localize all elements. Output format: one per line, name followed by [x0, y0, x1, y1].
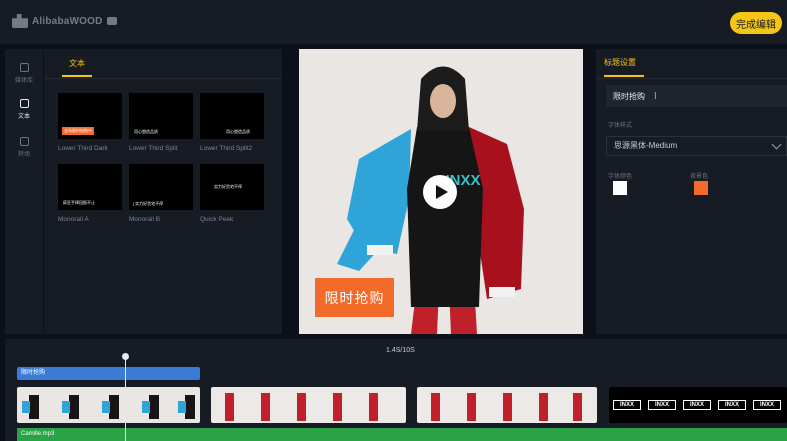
- play-button[interactable]: [423, 175, 457, 209]
- template-label: Monorail B: [129, 216, 161, 223]
- template-label: Quick Peek: [200, 216, 234, 223]
- divider: [596, 78, 787, 79]
- template-monorail-b[interactable]: | 实力好货宅不停 Monorail B: [129, 164, 193, 223]
- clip-thumbnails: [431, 393, 582, 421]
- template-thumbnail: | 实力好货宅不停: [129, 164, 193, 210]
- media-icon: [19, 63, 29, 72]
- template-lower-third-split[interactable]: 用心塑造品质 Lower Third Split: [129, 93, 193, 152]
- clip-thumbnails: [22, 395, 195, 419]
- transition-icon: [19, 137, 29, 146]
- rail-item-media[interactable]: 媒体库: [5, 63, 43, 84]
- logo-frame: INXX: [683, 400, 711, 410]
- video-clip-3[interactable]: [417, 387, 597, 423]
- clip-thumbnails: [225, 393, 378, 421]
- template-label: Lower Third Split2: [200, 145, 253, 152]
- timeline: 1.4S/10S 限时抢购 INXX INXX INXX INXX INXX C…: [5, 339, 787, 441]
- template-thumb-text: | 实力好货宅不停: [133, 201, 164, 206]
- font-select-value: 思源黑体-Medium: [614, 141, 678, 150]
- template-thumbnail: 全场限时抢购中: [58, 93, 122, 139]
- playhead[interactable]: [125, 355, 126, 441]
- font-color-swatch[interactable]: [613, 181, 627, 195]
- logo-frame: INXX: [648, 400, 676, 410]
- video-clip-1[interactable]: [17, 387, 200, 423]
- chevron-down-icon: [771, 139, 782, 150]
- template-label: Lower Third Dark: [58, 145, 108, 152]
- logo-frame: INXX: [753, 400, 781, 410]
- rail-item-transition[interactable]: 转场: [5, 137, 43, 158]
- video-clip-2[interactable]: [211, 387, 406, 423]
- rail-item-label: 文本: [17, 114, 30, 120]
- bg-color-swatch[interactable]: [694, 181, 708, 195]
- audio-clip[interactable]: Camille.mp3: [17, 428, 787, 441]
- logo-frame: INXX: [613, 400, 641, 410]
- template-monorail-a[interactable]: 疯狂手律回报不止 Monorail A: [58, 164, 122, 223]
- time-readout: 1.4S/10S: [386, 347, 415, 354]
- app-name: AlibabaWOOD: [32, 15, 103, 27]
- title-text-input[interactable]: [606, 85, 787, 107]
- template-thumbnail: 用心塑造品质: [129, 93, 193, 139]
- template-thumbnail: 用心塑造品质: [200, 93, 264, 139]
- rail-item-label: 转场: [17, 152, 30, 158]
- template-label: Monorail A: [58, 216, 89, 223]
- asset-tabs: 文本: [44, 49, 282, 79]
- logo-frame: INXX: [718, 400, 746, 410]
- logo-clip[interactable]: INXX INXX INXX INXX INXX: [609, 387, 787, 423]
- template-label: Lower Third Split: [129, 145, 178, 152]
- caption-overlay[interactable]: 限时抢购: [315, 278, 394, 317]
- bg-color-label: 背景色: [690, 174, 709, 180]
- template-thumb-text: 疯狂手律回报不止: [63, 200, 95, 205]
- asset-panel: 文本 全场限时抢购中 Lower Third Dark 用心塑造品质 Lower…: [44, 49, 282, 334]
- template-thumb-text: 用心塑造品质: [134, 129, 158, 134]
- finish-edit-button[interactable]: 完成编辑: [730, 12, 782, 34]
- text-clip[interactable]: 限时抢购: [17, 367, 200, 380]
- logo-icon: [12, 14, 28, 28]
- rail-item-label: 媒体库: [14, 78, 33, 84]
- font-color-label: 字体颜色: [608, 174, 633, 180]
- template-lower-third-dark[interactable]: 全场限时抢购中 Lower Third Dark: [58, 93, 122, 152]
- template-thumb-text: 全场限时抢购中: [62, 127, 94, 135]
- font-select[interactable]: 思源黑体-Medium: [606, 136, 787, 156]
- left-rail: 媒体库 文本 转场: [5, 49, 43, 334]
- rail-item-text[interactable]: 文本: [5, 99, 43, 120]
- font-style-label: 字体样式: [608, 123, 633, 129]
- settings-panel: 标题设置 I 字体样式 思源黑体-Medium 字体颜色 背景色: [596, 49, 787, 334]
- text-cursor-icon: I: [654, 91, 657, 102]
- template-thumb-text: 用心塑造品质: [226, 129, 250, 134]
- template-lower-third-split2[interactable]: 用心塑造品质 Lower Third Split2: [200, 93, 264, 152]
- app-logo: AlibabaWOOD: [12, 14, 117, 28]
- top-bar: AlibabaWOOD 完成编辑: [0, 0, 787, 44]
- template-thumbnail: 实力好货宅不停: [200, 164, 264, 210]
- tab-title-settings[interactable]: 标题设置: [604, 57, 644, 77]
- template-thumbnail: 疯狂手律回报不止: [58, 164, 122, 210]
- playhead-handle[interactable]: [122, 353, 129, 360]
- tab-text[interactable]: 文本: [62, 58, 92, 77]
- badge-icon: [106, 17, 117, 25]
- template-quick-peek[interactable]: 实力好货宅不停 Quick Peek: [200, 164, 264, 223]
- text-icon: [19, 99, 29, 108]
- template-thumb-text: 实力好货宅不停: [214, 184, 242, 189]
- preview-area: INXX 限时抢购: [283, 49, 590, 334]
- video-preview[interactable]: INXX 限时抢购: [299, 49, 583, 334]
